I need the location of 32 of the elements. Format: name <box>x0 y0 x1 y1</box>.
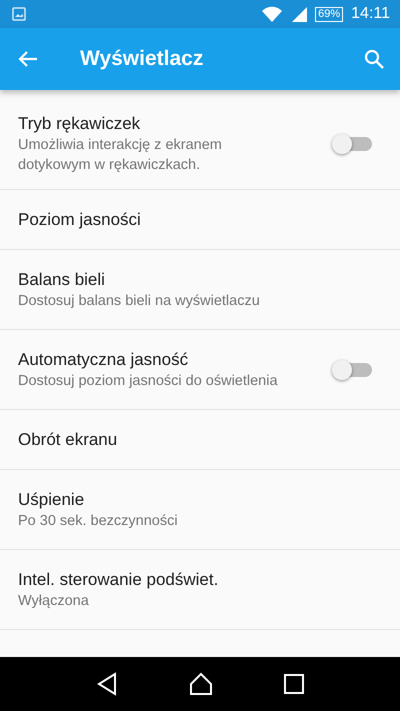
setting-title: Intel. sterowanie podświet. <box>18 568 220 590</box>
setting-summary: Po 30 sek. bezczynności <box>18 512 179 530</box>
setting-row[interactable]: Balans bieli Dostosuj balans bieli na wyświetlaczu <box>0 250 400 330</box>
setting-title: Automatyczna jasność <box>18 348 190 370</box>
signal-icon <box>291 6 308 22</box>
image-icon <box>12 7 26 21</box>
battery-level: 69% <box>315 6 344 22</box>
wifi-icon <box>261 5 284 23</box>
home-icon[interactable] <box>188 672 213 696</box>
setting-row[interactable]: Automatyczna jasność Dostosuj poziom jasności do oświetlenia <box>0 330 400 410</box>
toggle-switch[interactable] <box>334 362 372 376</box>
recents-icon[interactable] <box>284 674 304 694</box>
setting-row[interactable]: Obrót ekranu <box>0 410 400 470</box>
setting-summary: Umożliwia interakcję z ekranem dotykowym w rękawiczkach. <box>18 136 223 174</box>
setting-summary: Dostosuj poziom jasności do oświetlenia <box>18 372 279 390</box>
back-arrow-icon[interactable] <box>18 50 38 68</box>
setting-title: Tryb rękawiczek <box>18 112 142 134</box>
setting-title: Poziom jasności <box>18 208 142 230</box>
setting-title: Uśpienie <box>18 488 86 510</box>
toolbar-title: Wyświetlacz <box>80 46 204 72</box>
setting-row[interactable]: Intel. sterowanie podświet. Wyłączona <box>0 550 400 630</box>
clock: 14:11 <box>351 4 390 24</box>
setting-title: Obrót ekranu <box>18 428 118 450</box>
back-icon[interactable] <box>96 672 118 696</box>
setting-row[interactable]: Uśpienie Po 30 sek. bezczynności <box>0 470 400 550</box>
toggle-switch[interactable] <box>334 136 372 150</box>
setting-title: Balans bieli <box>18 268 106 290</box>
search-icon[interactable] <box>364 49 384 69</box>
setting-summary: Wyłączona <box>18 592 90 610</box>
setting-row[interactable]: Tryb rękawiczek Umożliwia interakcję z ekranem dotykowym w rękawiczkach. <box>0 98 400 190</box>
setting-summary: Dostosuj balans bieli na wyświetlaczu <box>18 292 261 310</box>
setting-row[interactable]: Poziom jasności <box>0 190 400 250</box>
